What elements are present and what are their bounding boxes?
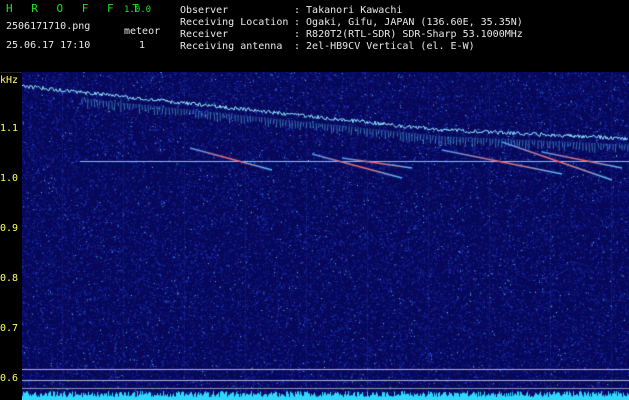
y-tick-label: 1.1 bbox=[0, 123, 19, 134]
info-label-observer: Observer bbox=[180, 5, 229, 16]
y-tick-label: 1.0 bbox=[0, 173, 19, 184]
app-version: 1.0.0 bbox=[124, 5, 152, 15]
info-label-location: Receiving Location bbox=[180, 17, 289, 28]
meteor-label: meteor bbox=[124, 26, 161, 37]
capture-datetime: 25.06.17 17:10 bbox=[6, 40, 91, 51]
y-tick-label: 0.9 bbox=[0, 223, 19, 234]
info-value-antenna: : 2el-HB9CV Vertical (el. E-W) bbox=[294, 41, 475, 52]
info-value-observer: : Takanori Kawachi bbox=[294, 5, 403, 16]
image-filename: 2506171710.png bbox=[6, 21, 91, 32]
info-value-location: : Ogaki, Gifu, JAPAN (136.60E, 35.35N) bbox=[294, 17, 523, 28]
y-tick-label: 0.6 bbox=[0, 373, 19, 384]
meteor-count: 1 bbox=[139, 40, 146, 51]
info-label-antenna: Receiving antenna bbox=[180, 41, 283, 52]
info-label-receiver: Receiver bbox=[180, 29, 229, 40]
y-axis-unit-label: kHz bbox=[0, 75, 19, 86]
y-tick-label: 0.8 bbox=[0, 273, 19, 284]
header-panel: H R O F F T 1.0.0 2506171710.png 25.06.1… bbox=[0, 0, 629, 72]
info-value-receiver: : R820T2(RTL-SDR) SDR-Sharp 53.1000MHz bbox=[294, 29, 523, 40]
y-tick-label: 0.7 bbox=[0, 323, 19, 334]
spectrogram-canvas bbox=[22, 72, 629, 400]
